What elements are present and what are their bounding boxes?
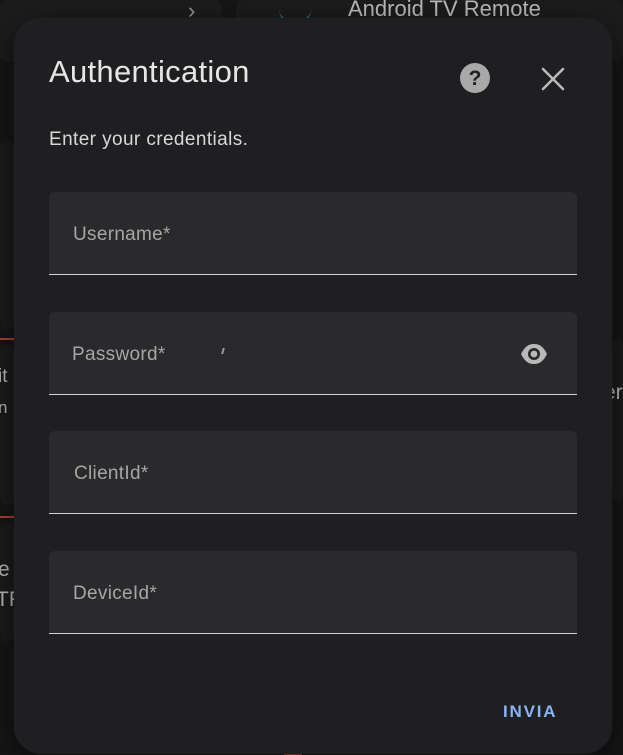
background-fragment: e	[0, 558, 10, 581]
close-button[interactable]	[538, 64, 568, 94]
background-accent-line	[0, 338, 14, 340]
clientid-field[interactable]: ClientId*	[49, 431, 577, 514]
background-accent-line	[0, 516, 14, 518]
background-card	[0, 140, 14, 330]
help-button[interactable]: ?	[459, 62, 491, 94]
authentication-dialog: Authentication ? Enter your credentials.…	[14, 18, 612, 754]
username-input[interactable]	[73, 214, 517, 256]
background-fragment: n	[0, 398, 8, 417]
password-field[interactable]: Password*	[49, 312, 577, 395]
background-fragment: it	[0, 366, 8, 387]
show-password-button[interactable]	[519, 341, 549, 367]
svg-text:?: ?	[469, 67, 482, 90]
eye-icon	[521, 344, 547, 364]
submit-button[interactable]: INVIA	[503, 702, 557, 722]
dialog-title: Authentication	[49, 54, 250, 89]
help-circle-icon: ?	[460, 63, 490, 93]
close-icon	[541, 67, 565, 91]
background-card	[0, 522, 14, 642]
clientid-input[interactable]	[73, 453, 517, 495]
background-card	[612, 340, 623, 500]
username-field[interactable]: Username*	[49, 192, 577, 275]
dialog-subtitle: Enter your credentials.	[49, 129, 249, 150]
deviceid-field[interactable]: DeviceId*	[49, 551, 577, 634]
password-input[interactable]	[73, 334, 517, 376]
deviceid-input[interactable]	[73, 573, 517, 615]
